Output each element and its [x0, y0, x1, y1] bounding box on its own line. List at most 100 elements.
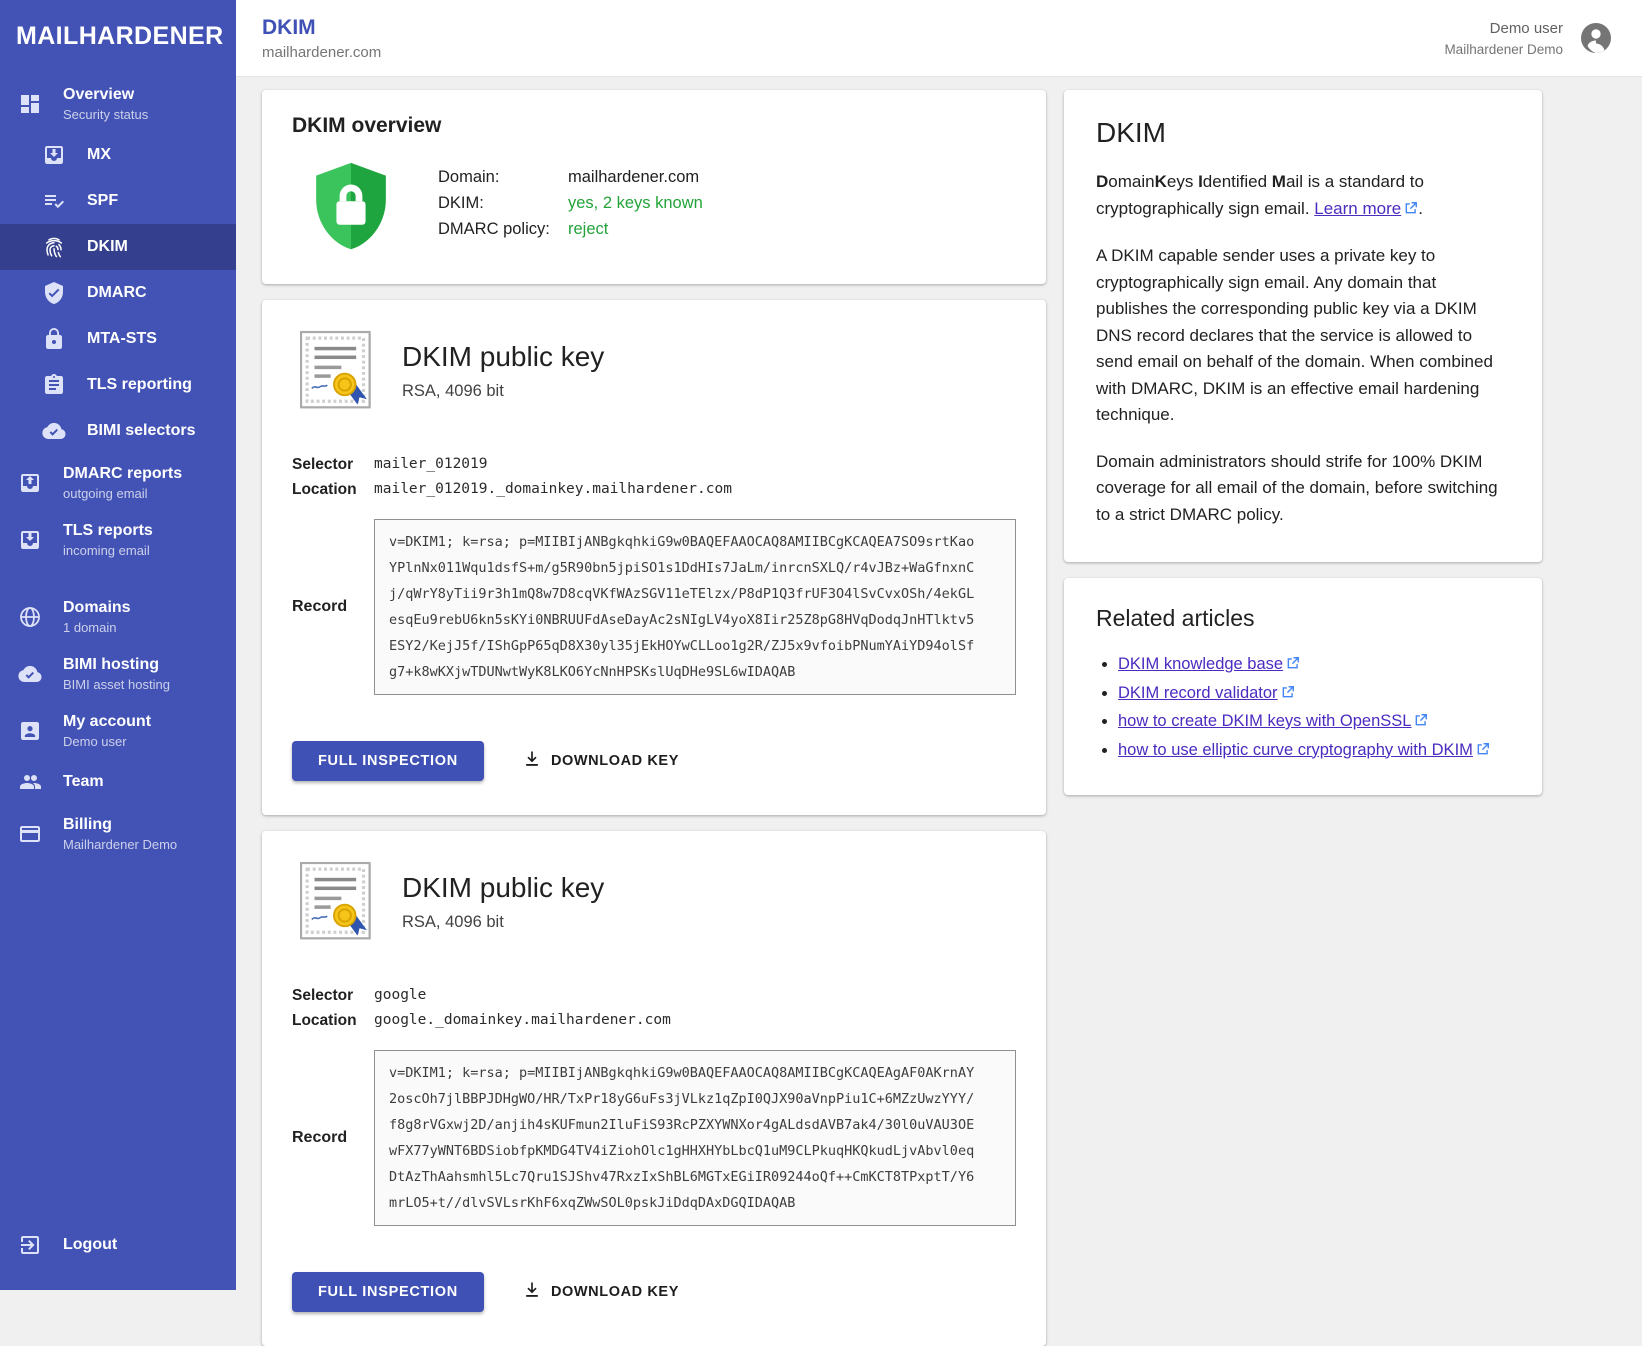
key-card-title: DKIM public key	[402, 341, 604, 373]
external-link-icon	[1286, 652, 1300, 680]
clipboard-icon	[42, 373, 66, 397]
avatar-icon[interactable]	[1578, 20, 1614, 56]
dkim-record-value: v=DKIM1; k=rsa; p=MIIBIjANBgkqhkiG9w0BAQ…	[389, 529, 1001, 685]
info-paragraph-2: A DKIM capable sender uses a private key…	[1096, 243, 1510, 429]
related-articles-title: Related articles	[1096, 605, 1510, 632]
dkim-record-box: v=DKIM1; k=rsa; p=MIIBIjANBgkqhkiG9w0BAQ…	[374, 1050, 1016, 1226]
sidebar-item-sublabel: 1 domain	[63, 620, 131, 635]
selector-row: Selector mailer_012019	[292, 452, 1016, 477]
user-menu[interactable]: Demo user Mailhardener Demo	[1444, 20, 1614, 57]
sidebar-item-spf[interactable]: SPF	[0, 178, 236, 224]
inbox-arrow-icon	[42, 143, 66, 167]
brand-logo: MAILHARDENER	[0, 0, 236, 75]
sidebar-item-dmarc-reports[interactable]: DMARC reports outgoing email	[0, 454, 236, 511]
external-link-icon	[1404, 197, 1418, 224]
sidebar-item-overview[interactable]: Overview Security status	[0, 75, 236, 132]
shield-check-icon	[42, 281, 66, 305]
related-article-link[interactable]: how to use elliptic curve cryptography w…	[1118, 741, 1473, 759]
related-article-link[interactable]: DKIM record validator	[1118, 684, 1278, 702]
overview-row: DMARC policy: reject	[438, 216, 703, 242]
overview-value: reject	[568, 216, 608, 242]
info-card-title: DKIM	[1096, 117, 1510, 149]
user-name: Demo user	[1444, 20, 1563, 37]
learn-more-link[interactable]: Learn more	[1314, 199, 1401, 218]
credit-card-icon	[18, 822, 42, 846]
sidebar-item-label: My account	[63, 713, 151, 731]
external-link-icon	[1414, 709, 1428, 737]
selector-label: Selector	[292, 452, 374, 477]
sidebar-item-label: Domains	[63, 599, 131, 617]
related-article-link[interactable]: how to create DKIM keys with OpenSSL	[1118, 712, 1411, 730]
external-link-icon	[1476, 738, 1490, 766]
sidebar-item-billing[interactable]: Billing Mailhardener Demo	[0, 805, 236, 862]
people-icon	[18, 770, 42, 794]
sidebar-item-domains[interactable]: Domains 1 domain	[0, 588, 236, 645]
location-value: mailer_012019._domainkey.mailhardener.co…	[374, 477, 732, 502]
sidebar: MAILHARDENER Overview Security status MX…	[0, 0, 236, 1290]
sidebar-item-sublabel: outgoing email	[63, 486, 182, 501]
related-articles-list: DKIM knowledge base DKIM record validato…	[1096, 651, 1510, 765]
location-row: Location google._domainkey.mailhardener.…	[292, 1008, 1016, 1033]
sidebar-item-dmarc[interactable]: DMARC	[0, 270, 236, 316]
download-key-button[interactable]: DOWNLOAD KEY	[512, 1272, 689, 1312]
page-header: DKIM mailhardener.com Demo user Mailhard…	[236, 0, 1642, 77]
sidebar-item-label: BIMI selectors	[87, 422, 195, 440]
info-paragraph-1: DomainKeys Identified Mail is a standard…	[1096, 169, 1510, 223]
card-title: DKIM overview	[292, 114, 1016, 138]
sidebar-item-label: Billing	[63, 816, 177, 834]
nav-spacer	[0, 568, 236, 588]
dkim-record-box: v=DKIM1; k=rsa; p=MIIBIjANBgkqhkiG9w0BAQ…	[374, 519, 1016, 695]
related-article-item: DKIM knowledge base	[1118, 651, 1510, 680]
sidebar-item-bimi-hosting[interactable]: BIMI hosting BIMI asset hosting	[0, 645, 236, 702]
overview-label: DMARC policy:	[438, 216, 568, 242]
download-icon	[522, 749, 551, 773]
sidebar-item-team[interactable]: Team	[0, 759, 236, 805]
download-key-button[interactable]: DOWNLOAD KEY	[512, 741, 689, 781]
shield-lock-icon	[308, 160, 394, 256]
selector-row: Selector google	[292, 983, 1016, 1008]
sidebar-item-bimi-selectors[interactable]: BIMI selectors	[0, 408, 236, 454]
sidebar-item-label: DMARC reports	[63, 465, 182, 483]
record-row: Record v=DKIM1; k=rsa; p=MIIBIjANBgkqhki…	[292, 519, 1016, 695]
sidebar-item-label: Team	[63, 773, 104, 791]
sidebar-item-dkim[interactable]: DKIM	[0, 224, 236, 270]
side-column: DKIM DomainKeys Identified Mail is a sta…	[1064, 90, 1542, 795]
sidebar-item-label: DMARC	[87, 284, 147, 302]
key-card-subtitle: RSA, 4096 bit	[402, 913, 604, 932]
sidebar-item-sublabel: Demo user	[63, 734, 151, 749]
lock-icon	[42, 327, 66, 351]
related-article-item: DKIM record validator	[1118, 680, 1510, 709]
account-box-icon	[18, 719, 42, 743]
overview-value: yes, 2 keys known	[568, 190, 703, 216]
sidebar-item-logout[interactable]: Logout	[0, 1222, 236, 1268]
inbox-tray-icon	[18, 528, 42, 552]
dkim-overview-card: DKIM overview	[262, 90, 1046, 284]
related-article-item: how to use elliptic curve cryptography w…	[1118, 737, 1510, 766]
sidebar-item-label: TLS reports	[63, 522, 153, 540]
sidebar-item-label: BIMI hosting	[63, 656, 170, 674]
full-inspection-button[interactable]: FULL INSPECTION	[292, 741, 484, 781]
sidebar-item-label: TLS reporting	[87, 376, 192, 394]
location-value: google._domainkey.mailhardener.com	[374, 1008, 671, 1033]
overview-row: Domain: mailhardener.com	[438, 164, 703, 190]
logout-icon	[18, 1233, 42, 1257]
sidebar-item-tls-reporting[interactable]: TLS reporting	[0, 362, 236, 408]
location-label: Location	[292, 1008, 374, 1033]
related-articles-card: Related articles DKIM knowledge base DKI…	[1064, 578, 1542, 795]
sidebar-item-label: MTA-STS	[87, 330, 157, 348]
sidebar-item-mta-sts[interactable]: MTA-STS	[0, 316, 236, 362]
page-subtitle: mailhardener.com	[262, 44, 381, 61]
sidebar-item-tls-reports[interactable]: TLS reports incoming email	[0, 511, 236, 568]
related-article-link[interactable]: DKIM knowledge base	[1118, 655, 1283, 673]
certificate-icon	[292, 859, 380, 945]
sidebar-item-my-account[interactable]: My account Demo user	[0, 702, 236, 759]
sidebar-item-label: Logout	[63, 1236, 117, 1254]
selector-label: Selector	[292, 983, 374, 1008]
dashboard-icon	[18, 92, 42, 116]
sidebar-item-mx[interactable]: MX	[0, 132, 236, 178]
selector-value: google	[374, 983, 426, 1008]
record-label: Record	[292, 598, 374, 616]
full-inspection-button[interactable]: FULL INSPECTION	[292, 1272, 484, 1312]
overview-label: DKIM:	[438, 190, 568, 216]
dkim-info-card: DKIM DomainKeys Identified Mail is a sta…	[1064, 90, 1542, 562]
